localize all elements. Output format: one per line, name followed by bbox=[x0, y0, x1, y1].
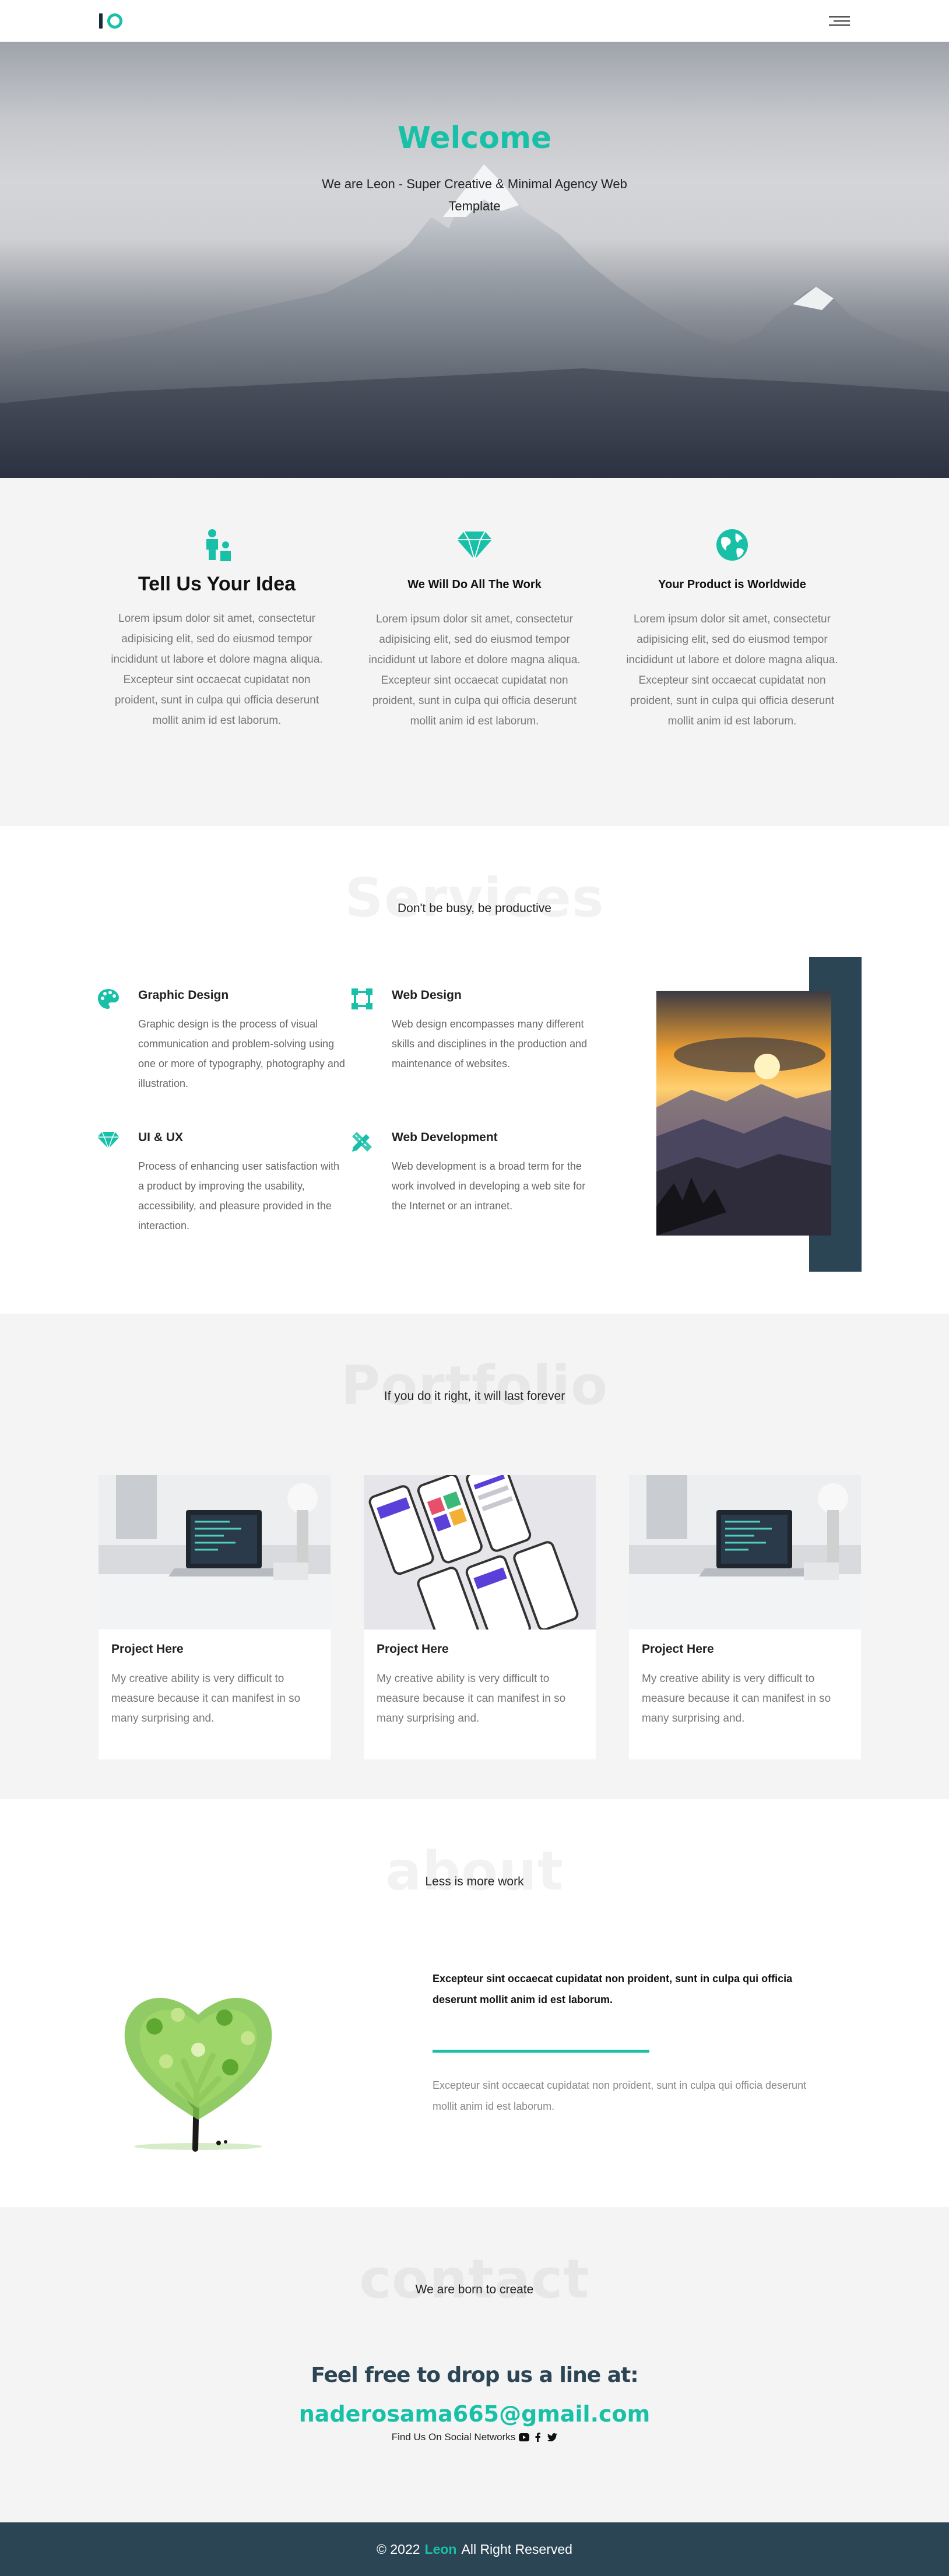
about-bold-text: Excepteur sint occaecat cupidatat non pr… bbox=[433, 1973, 793, 2005]
service-web-development: Web Development Web development is a bro… bbox=[350, 1128, 603, 1236]
heart-tree-image bbox=[114, 1974, 283, 2155]
feature-text: Lorem ipsum dolor sit amet, consectetur … bbox=[626, 613, 838, 727]
section-subtitle: Less is more work bbox=[425, 1875, 524, 1888]
social-label: Find Us On Social Networks bbox=[391, 2431, 516, 2443]
card-title: Project Here bbox=[377, 1642, 449, 1656]
contact-heading: contact We are born to create bbox=[0, 2248, 949, 2310]
service-title: Web Development bbox=[392, 1131, 498, 1144]
about-heading: about Less is more work bbox=[0, 1840, 949, 1902]
service-text: Graphic design is the process of visual … bbox=[138, 1018, 345, 1089]
twitter-icon[interactable] bbox=[547, 2432, 557, 2443]
footer-rights: All Right Reserved bbox=[461, 2541, 572, 2557]
section-subtitle: We are born to create bbox=[415, 2283, 534, 2296]
feature-title: Tell Us Your Idea bbox=[138, 573, 296, 595]
feature-title: We Will Do All The Work bbox=[407, 578, 542, 591]
gem-icon bbox=[96, 1128, 121, 1153]
globe-icon bbox=[715, 527, 750, 562]
services-section: Services Don't be busy, be productive Gr… bbox=[0, 826, 949, 1314]
feature-text: Lorem ipsum dolor sit amet, consectetur … bbox=[368, 613, 581, 727]
service-text: Process of enhancing user satisfaction w… bbox=[138, 1160, 340, 1231]
sunset-mountain-image bbox=[656, 991, 831, 1236]
vector-square-icon bbox=[350, 986, 374, 1011]
service-ui-ux: UI & UX Process of enhancing user satisf… bbox=[96, 1128, 350, 1236]
section-subtitle: Don't be busy, be productive bbox=[398, 902, 551, 915]
about-section: about Less is more work Excepteur sint o… bbox=[0, 1799, 949, 2207]
portfolio-heading: Portfolio If you do it right, it will la… bbox=[0, 1354, 949, 1417]
portfolio-section: Portfolio If you do it right, it will la… bbox=[0, 1314, 949, 1799]
portfolio-card[interactable]: Project Here My creative ability is very… bbox=[629, 1475, 861, 1759]
contact-headline: Feel free to drop us a line at: bbox=[311, 2363, 638, 2387]
site-footer: © 2022 Leon All Right Reserved bbox=[0, 2522, 949, 2576]
logo-ring bbox=[107, 13, 122, 29]
section-subtitle: If you do it right, it will last forever bbox=[384, 1389, 565, 1403]
card-title: Project Here bbox=[111, 1642, 184, 1656]
hamburger-icon[interactable] bbox=[829, 16, 850, 26]
card-text: My creative ability is very difficult to… bbox=[377, 1673, 566, 1725]
facebook-icon[interactable] bbox=[533, 2432, 543, 2443]
hero-subtitle: We are Leon - Super Creative & Minimal A… bbox=[322, 177, 627, 213]
feature-idea: Tell Us Your Idea Lorem ipsum dolor sit … bbox=[88, 527, 346, 826]
service-title: Web Design bbox=[392, 988, 462, 1002]
io-logo[interactable] bbox=[99, 13, 122, 29]
laptop-desk-image bbox=[629, 1475, 861, 1630]
card-text: My creative ability is very difficult to… bbox=[111, 1673, 301, 1725]
features-section: Tell Us Your Idea Lorem ipsum dolor sit … bbox=[0, 478, 949, 826]
mountain-background bbox=[0, 164, 949, 478]
portfolio-card[interactable]: Project Here My creative ability is very… bbox=[99, 1475, 331, 1759]
footer-brand-link[interactable]: Leon bbox=[425, 2542, 457, 2557]
palette-icon bbox=[96, 986, 121, 1011]
services-image-frame bbox=[656, 957, 862, 1272]
about-light-text: Excepteur sint occaecat cupidatat non pr… bbox=[433, 2079, 807, 2112]
feature-worldwide: Your Product is Worldwide Lorem ipsum do… bbox=[603, 527, 861, 826]
site-header bbox=[0, 0, 949, 42]
family-icon bbox=[199, 527, 234, 562]
service-text: Web design encompasses many different sk… bbox=[392, 1018, 588, 1069]
pencil-ruler-icon bbox=[350, 1128, 374, 1153]
diamond-icon bbox=[457, 527, 492, 562]
laptop-desk-image bbox=[99, 1475, 331, 1630]
feature-text: Lorem ipsum dolor sit amet, consectetur … bbox=[111, 613, 323, 727]
card-title: Project Here bbox=[642, 1642, 714, 1656]
hero-section: Welcome We are Leon - Super Creative & M… bbox=[0, 42, 949, 478]
service-title: Graphic Design bbox=[138, 988, 229, 1002]
feature-title: Your Product is Worldwide bbox=[658, 578, 806, 591]
logo-bar bbox=[99, 13, 103, 29]
mobile-app-screens-image bbox=[364, 1475, 596, 1630]
service-text: Web development is a broad term for the … bbox=[392, 1160, 586, 1212]
youtube-icon[interactable] bbox=[519, 2432, 530, 2443]
portfolio-card[interactable]: Project Here My creative ability is very… bbox=[364, 1475, 596, 1759]
contact-section: contact We are born to create Feel free … bbox=[0, 2207, 949, 2522]
hero-title: Welcome bbox=[397, 121, 552, 156]
social-networks: Find Us On Social Networks bbox=[0, 2431, 949, 2443]
services-heading: Services Don't be busy, be productive bbox=[0, 867, 949, 929]
feature-work: We Will Do All The Work Lorem ipsum dolo… bbox=[346, 527, 603, 826]
contact-email-link[interactable]: naderosama665@gmail.com bbox=[0, 2401, 949, 2427]
service-title: UI & UX bbox=[138, 1131, 184, 1144]
footer-copyright: © 2022 bbox=[377, 2541, 420, 2557]
accent-divider bbox=[433, 2050, 649, 2053]
service-web-design: Web Design Web design encompasses many d… bbox=[350, 986, 603, 1093]
service-graphic-design: Graphic Design Graphic design is the pro… bbox=[96, 986, 350, 1093]
card-text: My creative ability is very difficult to… bbox=[642, 1673, 831, 1725]
